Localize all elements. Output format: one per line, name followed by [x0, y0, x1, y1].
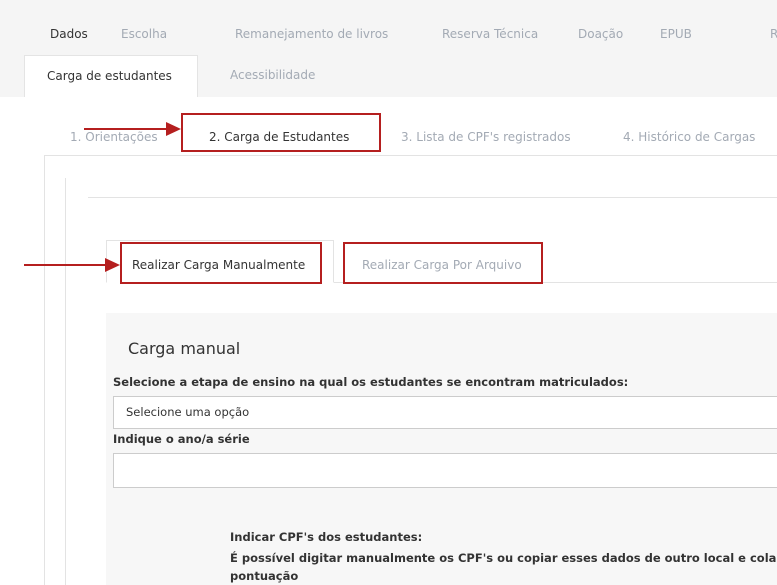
step-orientacoes[interactable]: 1. Orientações	[70, 130, 158, 144]
arrow-right-icon	[166, 122, 181, 136]
step-historico-de-cargas[interactable]: 4. Histórico de Cargas	[623, 130, 755, 144]
tab-dados[interactable]: Dados	[50, 27, 88, 41]
etapa-select[interactable]: Selecione uma opção	[113, 396, 777, 429]
highlight-carga-manual	[120, 242, 322, 284]
step-lista-cpfs[interactable]: 3. Lista de CPF's registrados	[401, 130, 571, 144]
annotation-arrow-line-2	[24, 264, 110, 266]
tab-remanejamento-de-livros[interactable]: Remanejamento de livros	[235, 27, 388, 41]
highlight-carga-por-arquivo	[343, 242, 543, 284]
form-title: Carga manual	[128, 339, 241, 358]
tab-epub[interactable]: EPUB	[660, 27, 692, 41]
inner-left-border	[65, 178, 66, 585]
annotation-arrow-line-1	[84, 128, 170, 130]
tab-doacao[interactable]: Doação	[578, 27, 623, 41]
cpf-help-text: É possível digitar manualmente os CPF's …	[230, 551, 777, 565]
section-divider	[88, 197, 777, 198]
subtab-carga-de-estudantes[interactable]: Carga de estudantes	[24, 55, 198, 97]
arrow-right-icon	[105, 258, 120, 272]
tab-reserva-tecnica[interactable]: Reserva Técnica	[442, 27, 538, 41]
tab-r-truncated[interactable]: R	[770, 27, 777, 41]
ano-serie-input[interactable]	[113, 453, 777, 488]
cpf-help-text-continued: pontuação	[230, 569, 299, 583]
cpf-label: Indicar CPF's dos estudantes:	[230, 530, 423, 544]
etapa-label: Selecione a etapa de ensino na qual os e…	[113, 375, 629, 389]
highlight-step-carga-de-estudantes	[181, 113, 381, 152]
subtab-acessibilidade[interactable]: Acessibilidade	[230, 55, 315, 97]
tab-escolha[interactable]: Escolha	[121, 27, 167, 41]
ano-serie-label: Indique o ano/a série	[113, 432, 250, 446]
content-top-border	[44, 155, 777, 156]
content-left-border	[44, 155, 45, 585]
